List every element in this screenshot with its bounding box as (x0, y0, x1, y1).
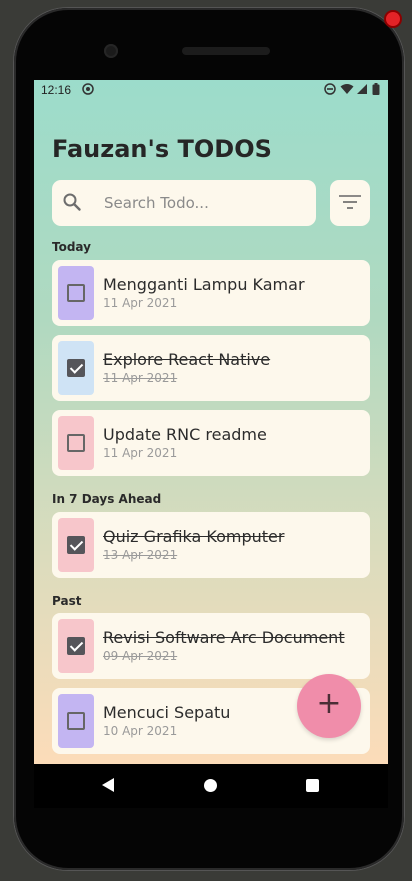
sync-icon (82, 83, 94, 98)
todo-date: 10 Apr 2021 (103, 724, 178, 738)
todo-checkbox[interactable] (67, 434, 85, 452)
search-box[interactable] (52, 180, 316, 226)
section-heading-past: Past (52, 594, 82, 608)
android-nav-bar (34, 764, 388, 808)
todo-card[interactable]: Mengganti Lampu Kamar 11 Apr 2021 (52, 260, 370, 326)
filter-button[interactable] (330, 180, 370, 226)
todo-title: Mengganti Lampu Kamar (103, 275, 305, 294)
dnd-icon (324, 83, 336, 98)
todo-date: 11 Apr 2021 (103, 371, 178, 385)
recent-apps-icon[interactable] (306, 779, 319, 792)
todo-checkbox[interactable] (67, 536, 85, 554)
home-icon[interactable] (204, 779, 217, 792)
todo-card[interactable]: Revisi Software Arc Document 09 Apr 2021 (52, 613, 370, 679)
todo-title: Update RNC readme (103, 425, 267, 444)
plus-icon: + (316, 686, 342, 721)
wifi-icon (340, 83, 354, 98)
todo-checkbox[interactable] (67, 712, 85, 730)
back-icon[interactable] (102, 778, 114, 792)
app-screen: 12:16 Fauzan's TODOS Today (34, 80, 388, 764)
todo-date: 13 Apr 2021 (103, 548, 178, 562)
search-input[interactable] (104, 188, 304, 218)
todo-title: Quiz Grafika Komputer (103, 527, 285, 546)
todo-checkbox[interactable] (67, 637, 85, 655)
front-camera (104, 44, 118, 58)
battery-icon (372, 83, 380, 98)
todo-title: Explore React Native (103, 350, 271, 369)
todo-title: Revisi Software Arc Document (103, 628, 345, 647)
todo-date: 11 Apr 2021 (103, 296, 178, 310)
page-title: Fauzan's TODOS (52, 135, 272, 163)
todo-checkbox[interactable] (67, 359, 85, 377)
todo-checkbox[interactable] (67, 284, 85, 302)
todo-title: Mencuci Sepatu (103, 703, 231, 722)
todo-date: 11 Apr 2021 (103, 446, 178, 460)
filter-icon (339, 195, 361, 209)
earpiece-speaker (182, 47, 270, 55)
add-todo-button[interactable]: + (297, 674, 361, 738)
status-bar: 12:16 (34, 80, 388, 100)
search-icon (63, 193, 81, 211)
section-heading-ahead: In 7 Days Ahead (52, 492, 162, 506)
signal-icon (356, 83, 368, 98)
todo-date: 09 Apr 2021 (103, 649, 178, 663)
section-heading-today: Today (52, 240, 91, 254)
record-indicator-icon (386, 12, 400, 26)
todo-card[interactable]: Explore React Native 11 Apr 2021 (52, 335, 370, 401)
todo-card[interactable]: Quiz Grafika Komputer 13 Apr 2021 (52, 512, 370, 578)
todo-card[interactable]: Update RNC readme 11 Apr 2021 (52, 410, 370, 476)
status-time: 12:16 (41, 83, 72, 97)
